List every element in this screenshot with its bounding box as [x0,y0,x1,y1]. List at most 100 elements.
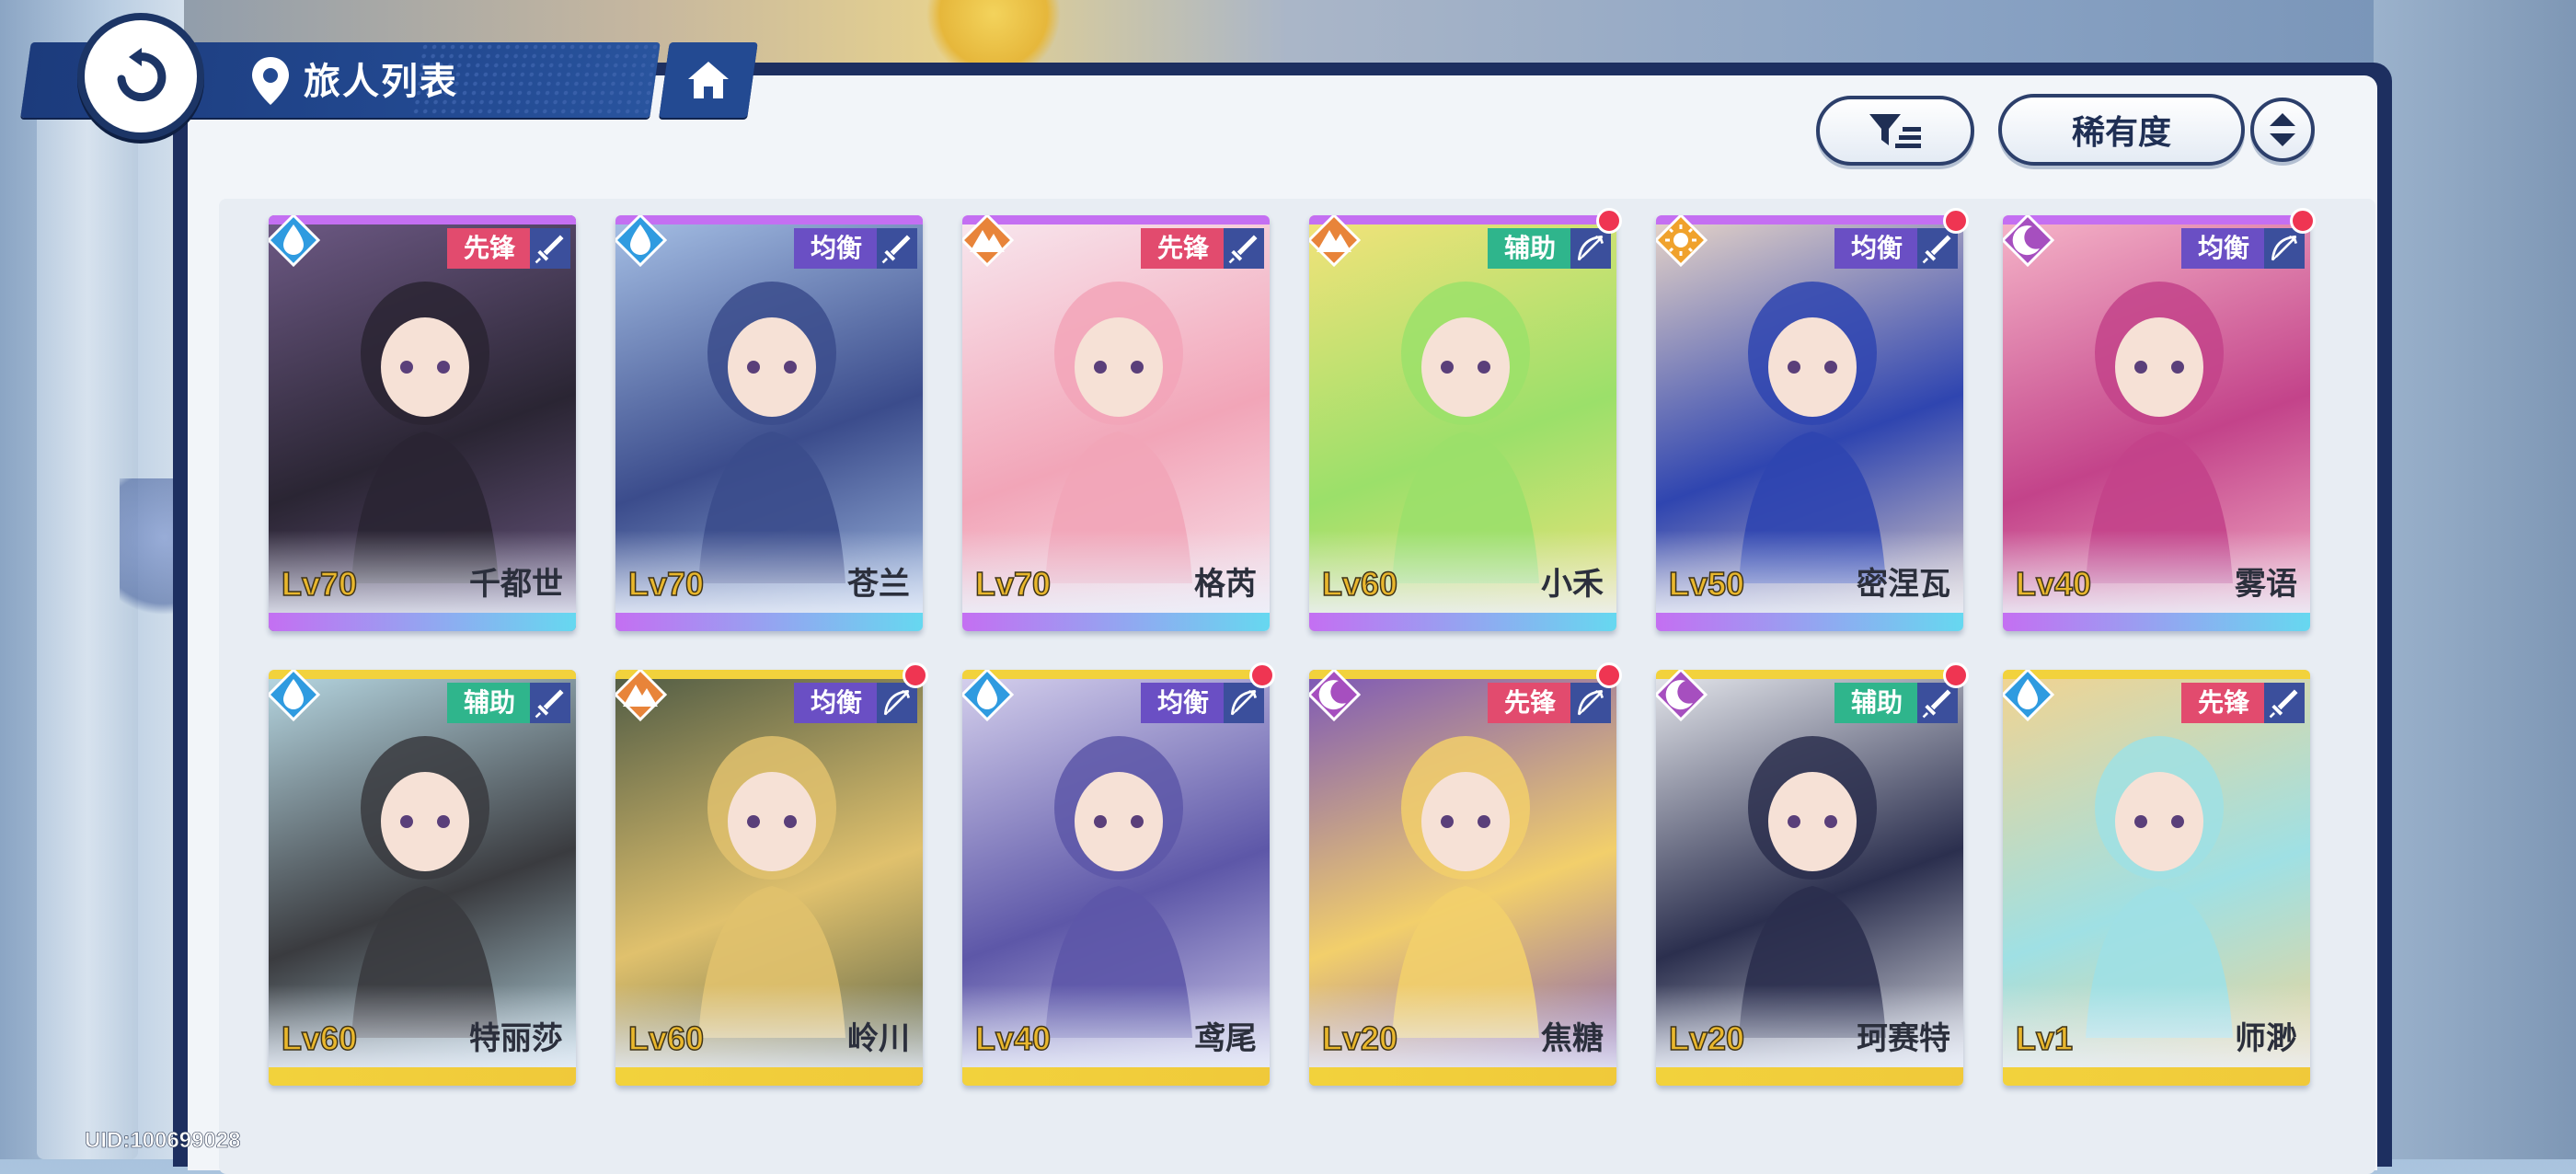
character-card[interactable]: 先锋 Lv1 师渺 [2003,670,2310,1086]
character-level: Lv60 [627,1019,705,1058]
weapon-badge [877,228,917,269]
character-card[interactable]: 均衡 Lv40 雾语 [2003,215,2310,631]
new-notification-dot [903,662,928,688]
character-card[interactable]: 均衡 Lv50 密涅瓦 [1656,215,1963,631]
sword-icon [1922,235,1951,264]
character-level: Lv1 [2015,1019,2074,1058]
rarity-stripe-bottom [269,1067,576,1086]
character-name: 千都世 [469,566,563,603]
filter-button[interactable] [1816,96,1974,166]
role-badge: 均衡 [793,683,879,723]
character-level: Lv40 [2015,564,2092,604]
weapon-badge [1224,228,1264,269]
weapon-badge [2264,683,2305,723]
character-name: 格芮 [1194,566,1257,603]
character-card[interactable]: 均衡 Lv70 苍兰 [615,215,923,631]
new-notification-dot [1249,662,1275,688]
moon-icon [1656,670,1708,721]
character-name: 师渺 [2235,1020,2297,1057]
character-level: Lv20 [1668,1019,1745,1058]
location-pin-icon [252,57,289,105]
page-title: 旅人列表 [304,61,458,103]
character-name: 鸢尾 [1194,1020,1257,1057]
back-arrow-icon [117,48,167,102]
weapon-badge [2264,228,2305,269]
rarity-stripe-bottom [615,1067,923,1086]
sword-icon [2269,689,2298,719]
rarity-stripe-bottom [269,613,576,631]
character-card[interactable]: 均衡 Lv60 岭川 [615,670,923,1086]
character-card[interactable]: 均衡 Lv40 鸢尾 [962,670,1270,1086]
new-notification-dot [1596,662,1622,688]
sword-icon [1228,235,1258,264]
character-card[interactable]: 辅助 Lv60 小禾 [1309,215,1616,631]
role-badge: 辅助 [446,683,532,723]
bow-icon [1577,235,1604,261]
user-id: UID:100699028 [85,1128,241,1154]
sort-order-icon [2270,113,2295,146]
role-badge: 均衡 [2180,228,2266,269]
weapon-badge [530,683,570,723]
home-button[interactable] [659,42,758,118]
rarity-stripe-bottom [1309,1067,1616,1086]
character-name: 特丽莎 [469,1020,563,1057]
rarity-stripe-bottom [615,613,923,631]
character-level: Lv50 [1668,564,1745,604]
rarity-stripe-bottom [962,613,1270,631]
bow-icon [2271,235,2298,261]
weapon-badge [1224,683,1264,723]
character-card[interactable]: 先锋 Lv70 千都世 [269,215,576,631]
new-notification-dot [2290,208,2316,234]
character-name: 苍兰 [847,566,910,603]
background-pillar [37,110,138,1159]
sword-icon [881,235,911,264]
rarity-stripe-bottom [1656,613,1963,631]
character-name: 焦糖 [1541,1020,1604,1057]
water-drop-icon [615,215,667,267]
character-level: Lv70 [281,564,358,604]
back-button[interactable] [77,13,204,140]
weapon-badge [1917,228,1958,269]
role-badge: 先锋 [1487,683,1572,723]
character-card[interactable]: 先锋 Lv70 格芮 [962,215,1270,631]
character-name: 小禾 [1541,566,1604,603]
home-icon [688,62,729,98]
character-card[interactable]: 先锋 Lv20 焦糖 [1309,670,1616,1086]
water-drop-icon [962,670,1014,721]
character-level: Lv40 [974,1019,1052,1058]
mountain-icon [1309,215,1361,267]
character-card[interactable]: 辅助 Lv20 珂赛特 [1656,670,1963,1086]
background-left [0,0,230,1159]
role-badge: 均衡 [793,228,879,269]
rarity-stripe-bottom [1309,613,1616,631]
moon-icon [1309,670,1361,721]
new-notification-dot [1943,208,1969,234]
bow-icon [1230,689,1258,716]
sort-order-toggle[interactable] [2250,98,2315,162]
bow-icon [1577,689,1604,716]
background-right [2374,0,2576,1159]
sun-icon [1656,215,1708,267]
weapon-badge [877,683,917,723]
role-badge: 先锋 [1140,228,1225,269]
character-name: 珂赛特 [1857,1020,1950,1057]
filter-icon [1869,114,1921,148]
role-badge: 先锋 [2180,683,2266,723]
mountain-icon [615,670,667,721]
character-level: Lv20 [1321,1019,1398,1058]
character-name: 雾语 [2235,566,2297,603]
sort-rarity-button[interactable]: 稀有度 [1998,94,2245,166]
role-badge: 均衡 [1140,683,1225,723]
moon-icon [2003,215,2054,267]
water-drop-icon [269,670,320,721]
rarity-stripe-bottom [962,1067,1270,1086]
sword-icon [535,689,564,719]
sword-icon [1922,689,1951,719]
bow-icon [883,689,911,716]
character-card[interactable]: 辅助 Lv60 特丽莎 [269,670,576,1086]
new-notification-dot [1596,208,1622,234]
role-badge: 均衡 [1834,228,1919,269]
rarity-stripe-bottom [1656,1067,1963,1086]
character-level: Lv60 [281,1019,358,1058]
character-name: 岭川 [847,1020,910,1057]
